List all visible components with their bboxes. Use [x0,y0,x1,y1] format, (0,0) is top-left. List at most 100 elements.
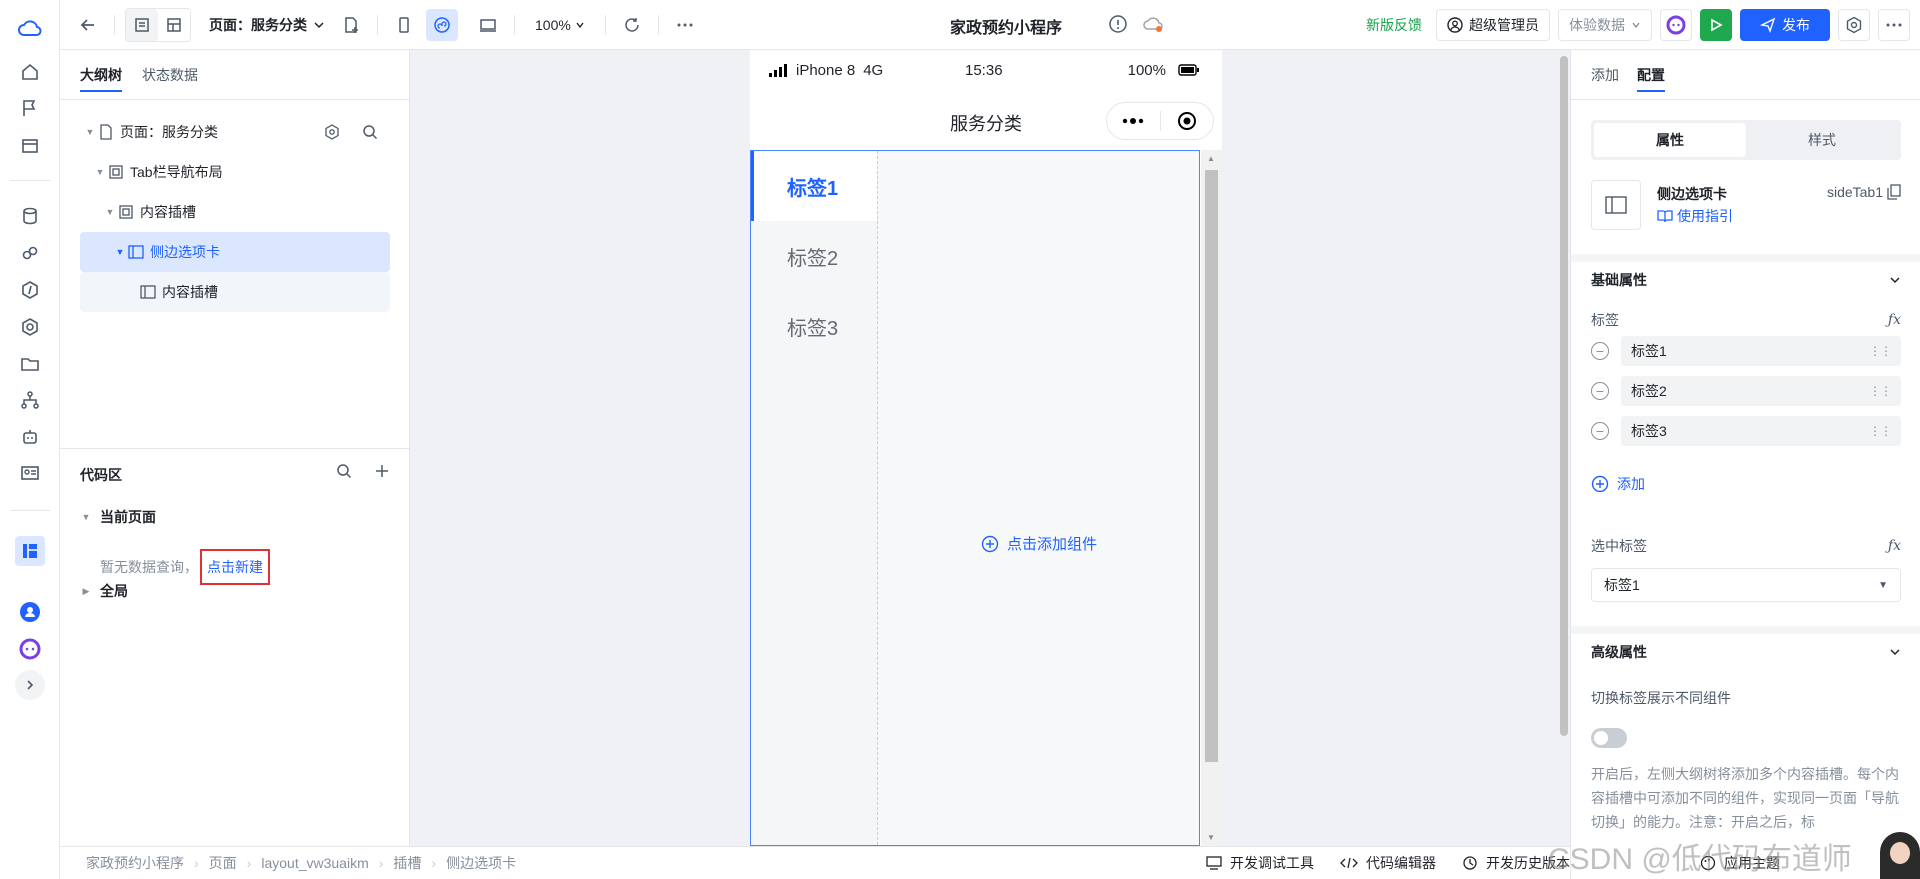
zoom-selector[interactable]: 100% [525,17,595,33]
refresh-icon[interactable] [616,9,648,41]
expand-rail-icon[interactable] [15,670,45,700]
tab-add[interactable]: 添加 [1591,50,1619,100]
fx-binding-icon[interactable]: ƒx [1888,312,1901,328]
tree-node-tab-layout[interactable]: ▼ Tab栏导航布局 [80,152,390,192]
side-tab-item[interactable]: 标签1 [751,151,877,221]
function-icon[interactable] [15,275,45,305]
breadcrumb-item[interactable]: 侧边选项卡 [446,853,516,873]
search-icon[interactable] [336,463,352,479]
copy-icon[interactable] [1887,184,1901,200]
search-icon[interactable] [362,124,378,140]
miniprogram-device-icon[interactable] [426,8,458,41]
breadcrumb-item[interactable]: layout_vw3uaikm [261,855,368,871]
side-tab-item[interactable]: 标签3 [751,291,877,361]
home-icon[interactable] [15,57,45,87]
drag-handle-icon[interactable]: ⋮⋮ [1869,344,1892,358]
folder-icon[interactable] [15,349,45,379]
cloud-sync-icon[interactable] [1142,14,1164,34]
more-dots-icon[interactable] [1107,118,1160,124]
tag-input[interactable]: 标签2 ⋮⋮ [1621,376,1901,406]
ai-assistant-button[interactable] [1660,9,1692,41]
breadcrumb-item[interactable]: 家政预约小程序 [86,853,184,873]
store-icon[interactable] [15,131,45,161]
user-avatar[interactable] [1880,832,1920,879]
flag-icon[interactable] [15,93,45,123]
breadcrumb-item[interactable]: 插槽 [393,853,421,873]
caret-down-icon[interactable]: ▼ [84,127,96,137]
tree-node-content-slot[interactable]: ▼ 内容插槽 [80,192,390,232]
tree-node-page[interactable]: ▼ 页面：服务分类 [80,112,390,152]
settings-button[interactable] [1838,9,1870,41]
app-theme-tool[interactable]: 应用主题 [1700,853,1780,873]
page-view-icon[interactable] [126,8,158,41]
dev-debug-tool[interactable]: 开发调试工具 [1206,853,1314,873]
mobile-device-icon[interactable] [388,9,420,41]
plus-icon[interactable] [374,463,390,479]
fx-binding-icon[interactable]: ƒx [1888,538,1901,554]
advanced-props-header[interactable]: 高级属性 [1591,642,1901,662]
tag-input[interactable]: 标签1 ⋮⋮ [1621,336,1901,366]
id-card-icon[interactable] [15,458,45,488]
create-new-link[interactable]: 点击新建 [200,549,270,585]
caret-down-icon[interactable]: ▼ [104,207,116,217]
settings-icon[interactable] [324,124,340,140]
scroll-down-icon[interactable]: ▼ [1207,833,1215,842]
flow-icon[interactable] [15,385,45,415]
add-tag-button[interactable]: 添加 [1591,474,1645,494]
tag-input[interactable]: 标签3 ⋮⋮ [1621,416,1901,446]
hexagon-icon[interactable] [15,312,45,342]
back-arrow-icon[interactable] [72,9,104,41]
usage-guide-link[interactable]: 使用指引 [1657,206,1733,226]
user-avatar-icon[interactable] [15,597,45,627]
switch-tabs-toggle[interactable] [1591,728,1627,748]
tab-outline-tree[interactable]: 大纲树 [80,50,122,100]
caret-down-icon[interactable]: ▼ [80,512,92,522]
link-icon[interactable] [15,238,45,268]
side-tab-item[interactable]: 标签2 [751,221,877,291]
add-page-icon[interactable] [335,9,367,41]
side-tab-component[interactable]: 标签1 标签2 标签3 点击添加组件 [750,150,1200,846]
drag-handle-icon[interactable]: ⋮⋮ [1869,424,1892,438]
selected-tab-select[interactable]: 标签1 ▼ [1591,568,1901,602]
close-target-icon[interactable] [1160,111,1213,131]
robot-icon[interactable] [15,422,45,452]
tab-state-data[interactable]: 状态数据 [142,50,198,100]
admin-button[interactable]: 超级管理员 [1436,9,1550,41]
exp-data-select[interactable]: 体验数据 [1558,9,1652,41]
code-editor-tool[interactable]: 代码编辑器 [1340,853,1436,873]
caret-down-icon[interactable]: ▼ [94,167,106,177]
database-icon[interactable] [15,201,45,231]
scroll-up-icon[interactable]: ▲ [1207,154,1215,163]
caret-right-icon[interactable]: ▶ [80,586,92,597]
history-tool[interactable]: 开发历史版本 [1462,853,1570,873]
tree-node-side-tab[interactable]: ▼ 侧边选项卡 [80,232,390,272]
tab-config[interactable]: 配置 [1637,50,1665,100]
preview-play-button[interactable] [1700,9,1732,41]
code-current-page[interactable]: ▼ 当前页面 [80,507,156,527]
remove-minus-icon[interactable]: − [1591,342,1609,360]
canvas-scrollbar[interactable] [1560,56,1568,736]
seg-styles[interactable]: 样式 [1746,123,1898,157]
assistant-icon[interactable] [15,634,45,664]
info-icon[interactable] [1108,14,1128,34]
more-dots-icon[interactable] [669,9,701,41]
code-global[interactable]: ▶ 全局 [80,581,128,601]
page-selector[interactable]: 页面：服务分类 [209,15,325,35]
remove-minus-icon[interactable]: − [1591,382,1609,400]
breadcrumb-item[interactable]: 页面 [209,853,237,873]
remove-minus-icon[interactable]: − [1591,422,1609,440]
caret-down-icon[interactable]: ▼ [114,247,126,257]
phone-scrollbar[interactable]: ▲ ▼ [1201,150,1222,846]
more-menu-button[interactable] [1878,9,1910,41]
seg-properties[interactable]: 属性 [1594,123,1746,157]
feedback-link[interactable]: 新版反馈 [1366,15,1422,35]
layout-editor-icon[interactable] [15,536,45,566]
tree-node-inner-slot[interactable]: 内容插槽 [80,272,390,312]
basic-props-header[interactable]: 基础属性 [1591,270,1901,290]
publish-button[interactable]: 发布 [1740,9,1830,41]
add-component-button[interactable]: 点击添加组件 [981,533,1097,554]
drag-handle-icon[interactable]: ⋮⋮ [1869,384,1892,398]
scroll-thumb[interactable] [1205,170,1218,762]
layout-view-icon[interactable] [158,9,190,41]
desktop-device-icon[interactable] [472,9,504,41]
